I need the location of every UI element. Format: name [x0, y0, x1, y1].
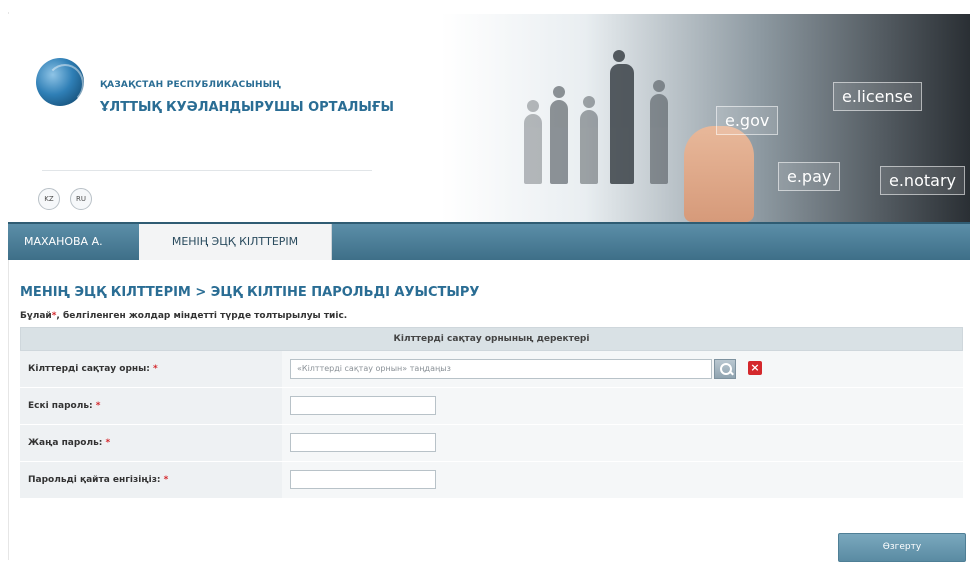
egov-tile: e.gov: [716, 106, 779, 135]
old-password-field: [282, 388, 963, 424]
org-name-line2: ҰЛТТЫҚ КУӘЛАНДЫРУШЫ ОРТАЛЫҒЫ: [100, 100, 394, 115]
new-password-label-text: Жаңа пароль:: [28, 438, 103, 448]
repeat-password-label-text: Парольді қайта енгізіңіз:: [28, 475, 161, 485]
hand-image: [684, 126, 754, 222]
new-password-field: [282, 425, 963, 461]
header-banner: e.gov e.license e.pay e.notary: [488, 14, 970, 222]
enotary-tile: e.notary: [880, 166, 965, 195]
old-password-label-text: Ескі пароль:: [28, 401, 93, 411]
form-row-old-password: Ескі пароль: *: [20, 388, 963, 425]
repeat-password-input[interactable]: [290, 470, 436, 489]
required-star: *: [153, 364, 158, 374]
store-label: Кілттерді сақтау орны: *: [20, 351, 282, 387]
person-silhouette: [580, 96, 598, 184]
form-section-title: Кілттерді сақтау орнының деректері: [20, 327, 963, 351]
form-row-new-password: Жаңа пароль: *: [20, 425, 963, 462]
lang-kz-button[interactable]: KZ: [38, 188, 60, 210]
tab-my-keys[interactable]: МЕНІҢ ЭЦҚ КІЛТТЕРІМ: [139, 224, 332, 260]
old-password-label: Ескі пароль: *: [20, 388, 282, 424]
old-password-input[interactable]: [290, 396, 436, 415]
clear-button[interactable]: ×: [748, 361, 762, 375]
required-star: *: [95, 401, 101, 411]
form-row-store: Кілттерді сақтау орны: * «Кілттерді сақт…: [20, 351, 963, 388]
required-star: *: [163, 475, 169, 485]
key-store-input[interactable]: «Кілттерді сақтау орнын» таңдаңыз: [290, 359, 712, 379]
lang-ru-button[interactable]: RU: [70, 188, 92, 210]
required-note: Бұлай*, белгіленген жолдар міндетті түрд…: [20, 311, 347, 321]
site-header: ҚАЗАҚСТАН РЕСПУБЛИКАСЫНЫҢ ҰЛТТЫҚ КУӘЛАНД…: [8, 14, 970, 222]
globe-logo-icon: [36, 58, 84, 106]
org-name-line1: ҚАЗАҚСТАН РЕСПУБЛИКАСЫНЫҢ: [100, 80, 282, 90]
epay-tile: e.pay: [778, 162, 841, 191]
repeat-password-field: [282, 462, 963, 498]
repeat-password-label: Парольді қайта енгізіңіз: *: [20, 462, 282, 498]
change-password-form: Кілттерді сақтау орнының деректері Кілтт…: [20, 327, 963, 499]
header-divider: [42, 170, 372, 171]
person-silhouette: [524, 100, 542, 184]
elicense-tile: e.license: [833, 82, 922, 111]
person-silhouette: [650, 80, 668, 184]
page-title: МЕНІҢ ЭЦҚ КІЛТТЕРІМ > ЭЦҚ КІЛТІНЕ ПАРОЛЬ…: [20, 285, 480, 300]
store-label-text: Кілттерді сақтау орны:: [28, 364, 150, 374]
nav-user-name[interactable]: МАХАНОВА А.: [24, 224, 103, 260]
search-icon-handle: [729, 370, 734, 376]
store-field: «Кілттерді сақтау орнын» таңдаңыз ×: [282, 351, 963, 387]
main-nav: МАХАНОВА А. МЕНІҢ ЭЦҚ КІЛТТЕРІМ: [8, 222, 970, 260]
form-row-repeat-password: Парольді қайта енгізіңіз: *: [20, 462, 963, 499]
person-silhouette: [610, 50, 634, 184]
required-star: *: [105, 438, 111, 448]
change-button[interactable]: Өзгерту: [838, 533, 966, 562]
new-password-label: Жаңа пароль: *: [20, 425, 282, 461]
person-silhouette: [550, 86, 568, 184]
search-button[interactable]: [714, 359, 736, 379]
required-note-prefix: Бұлай: [20, 311, 52, 321]
new-password-input[interactable]: [290, 433, 436, 452]
required-note-suffix: , белгіленген жолдар міндетті түрде толт…: [56, 311, 348, 321]
